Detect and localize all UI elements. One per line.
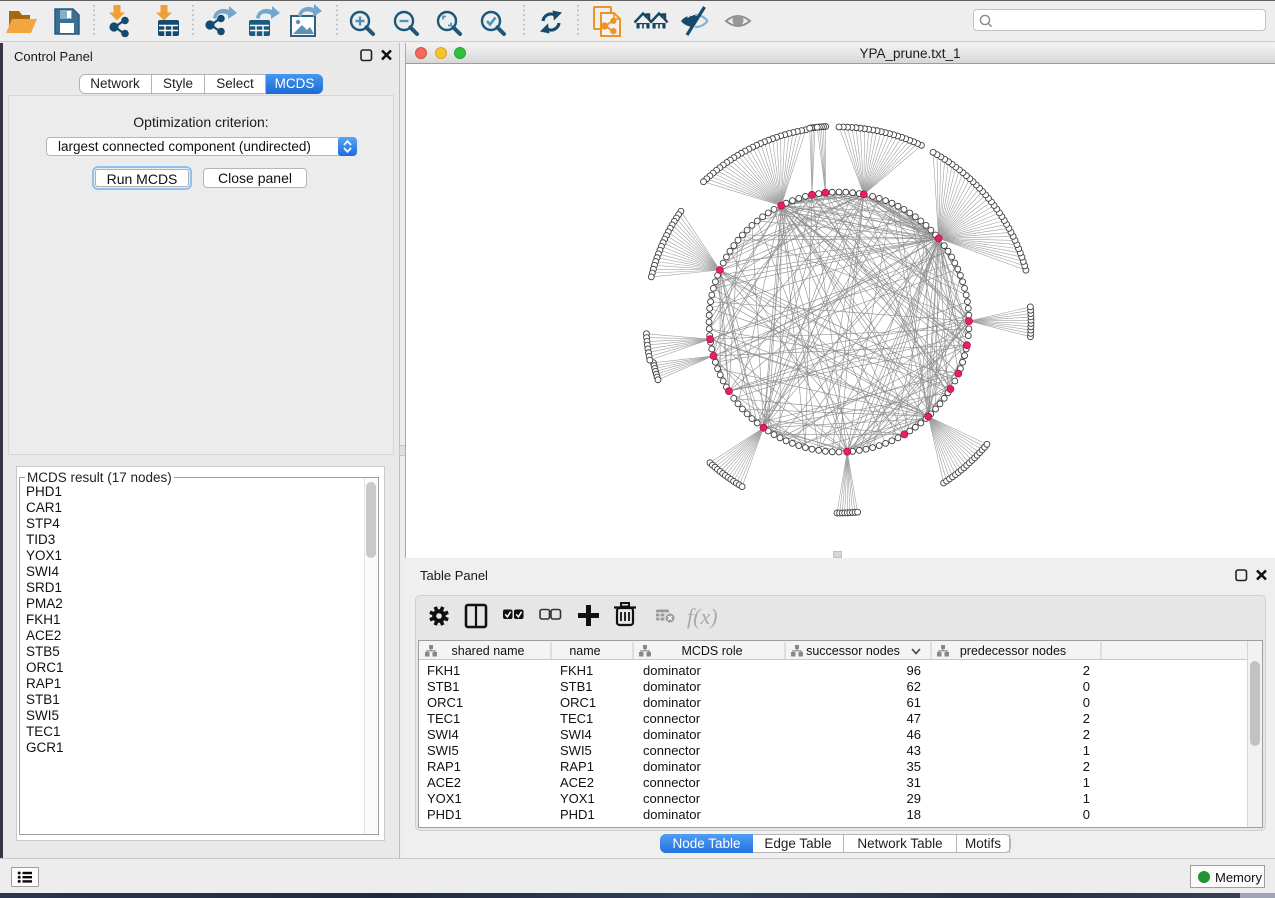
svg-text:f(x): f(x) [687, 604, 718, 629]
